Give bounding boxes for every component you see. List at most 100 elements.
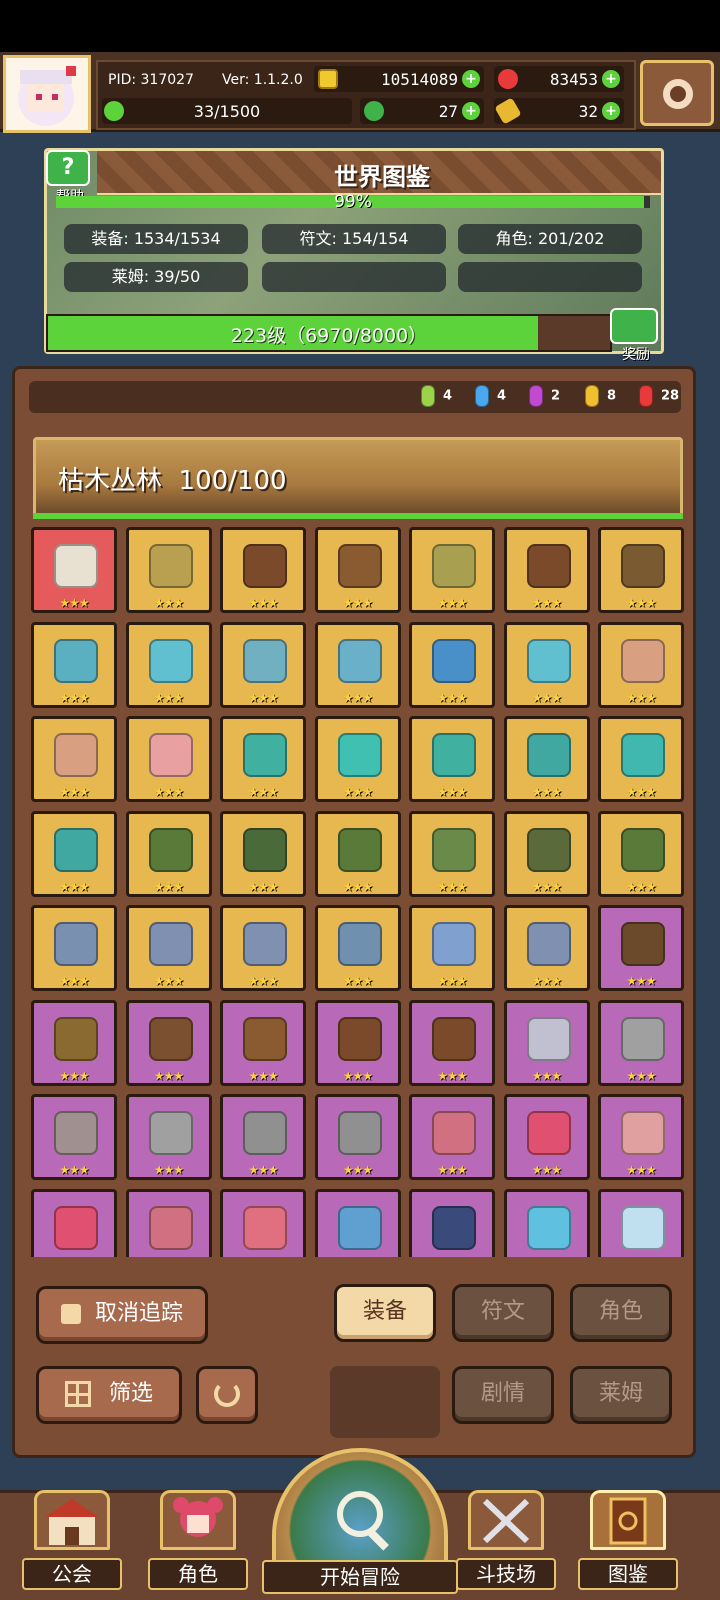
codex-item-slot[interactable]: ★★★ [220,905,306,991]
codex-item-slot[interactable]: ★★★ [503,1094,590,1180]
codex-item-slot[interactable]: ★★★ [598,905,684,991]
codex-item-slot[interactable]: ★★★ [125,621,212,708]
necklace-icon [148,733,193,777]
sword-icon [526,1016,571,1061]
codex-item-slot[interactable]: ★★★ [409,621,495,708]
codex-item-slot[interactable]: ★★★ [314,1188,401,1257]
codex-item-slot[interactable]: ★★★ [220,1094,306,1180]
codex-item-slot[interactable]: ★★★ [31,527,117,613]
codex-item-slot[interactable]: ★★★ [314,716,401,802]
codex-item-slot[interactable]: ★★★ [598,810,684,897]
purple-gem-icon [529,385,543,407]
codex-item-slot[interactable]: ★★★ [598,716,684,802]
tab-equipment[interactable]: 装备 [334,1284,436,1342]
codex-item-slot[interactable]: ★★★ [31,1094,117,1180]
codex-item-slot[interactable]: ★★★ [220,527,306,613]
amulet-icon [148,1016,193,1061]
codex-item-slot[interactable]: ★★★ [31,905,117,991]
codex-item-slot[interactable]: ★★★ [598,999,684,1086]
codex-item-slot[interactable]: ★★★ [503,621,590,708]
nav-start-adventure[interactable]: 开始冒险 [262,1448,458,1600]
stamina-value: 33/1500 [193,102,261,121]
codex-item-slot[interactable]: ★★★ [409,810,495,897]
filter-button[interactable]: 筛选 [36,1366,182,1424]
gem-count-green: 4 [421,385,452,407]
codex-item-slot[interactable]: ★★★ [31,1188,117,1257]
codex-item-slot[interactable]: ★★★ [409,905,495,991]
nav-codex[interactable]: 图鉴 [578,1480,678,1596]
codex-item-slot[interactable]: ★★★ [125,716,212,802]
untrack-button[interactable]: 取消追踪 [36,1286,208,1344]
player-info-panel: PID: 317027 Ver: 1.1.2.0 10514089 + 8345… [96,60,636,130]
codex-item-slot[interactable]: ★★★ [598,1188,684,1257]
codex-item-slot[interactable]: ★★★ [31,999,117,1086]
codex-item-slot[interactable]: ★★★ [314,999,401,1086]
nav-arena[interactable]: 斗技场 [456,1480,556,1596]
star-rating: ★★★ [153,690,184,705]
add-gold-button[interactable]: + [462,70,480,88]
codex-item-slot[interactable]: ★★★ [314,527,401,613]
dagger-icon [243,733,287,777]
codex-item-slot[interactable]: ★★★ [409,999,495,1086]
codex-item-slot[interactable]: ★★★ [125,999,212,1086]
codex-item-slot[interactable]: ★★★ [409,527,495,613]
codex-item-slot[interactable]: ★★★ [220,716,306,802]
tab-characters[interactable]: 角色 [570,1284,672,1342]
add-clover-button[interactable]: + [462,102,480,120]
codex-item-slot[interactable]: ★★★ [220,621,306,708]
codex-item-slot[interactable]: ★★★ [125,905,212,991]
codex-item-slot[interactable]: ★★★ [503,810,590,897]
add-ruby-button[interactable]: + [602,70,620,88]
reward-button[interactable]: 奖励 [610,308,662,363]
stat-characters: 角色: 201/202 [458,224,642,254]
codex-level-bar: 223级（6970/8000） [46,314,612,352]
refresh-button[interactable] [196,1366,258,1424]
codex-item-slot[interactable]: ★★★ [31,810,117,897]
codex-item-slot[interactable]: ★★★ [314,810,401,897]
codex-item-slot[interactable]: ★★★ [125,810,212,897]
star-rating: ★★★ [342,879,373,894]
codex-item-slot[interactable]: ★★★ [314,905,401,991]
codex-item-slot[interactable]: ★★★ [503,999,590,1086]
star-rating: ★★★ [531,1068,562,1083]
codex-item-slot[interactable]: ★★★ [125,527,212,613]
codex-item-slot[interactable]: ★★★ [503,716,590,802]
boot-icon [432,1205,476,1250]
ring-icon [243,1205,287,1250]
tab-slimes[interactable]: 莱姆 [570,1366,672,1424]
nav-character[interactable]: 角色 [148,1480,248,1596]
codex-item-slot[interactable]: ★★★ [598,621,684,708]
codex-item-slot[interactable]: ★★★ [503,905,590,991]
settings-button[interactable] [640,60,714,126]
codex-item-slot[interactable]: ★★★ [598,527,684,613]
gem-count-blue: 4 [475,385,506,407]
stat-empty-2 [458,262,642,292]
codex-item-slot[interactable]: ★★★ [314,1094,401,1180]
tab-runes[interactable]: 符文 [452,1284,554,1342]
codex-item-slot[interactable]: ★★★ [125,1094,212,1180]
codex-item-slot[interactable]: ★★★ [503,1188,590,1257]
item-grid[interactable]: ★★★ ★★★ ★★★ ★★★ ★★★ ★★★ ★★★ ★★★ ★★★ ★★★ ★★★ ★★★ ★★★ ★… [31,527,687,1257]
codex-item-slot[interactable]: ★★★ [314,621,401,708]
codex-item-slot[interactable]: ★★★ [31,716,117,802]
necklace-icon [148,1205,193,1250]
player-avatar[interactable] [3,55,91,133]
gem-summary-bar: 4 4 2 8 28 [29,381,681,413]
codex-item-slot[interactable]: ★★★ [220,999,306,1086]
codex-item-slot[interactable]: ★★★ [409,1188,495,1257]
codex-item-slot[interactable]: ★★★ [503,527,590,613]
codex-item-slot[interactable]: ★★★ [409,1094,495,1180]
codex-item-slot[interactable]: ★★★ [31,621,117,708]
star-rating: ★★★ [248,974,278,988]
codex-item-slot[interactable]: ★★★ [220,1188,306,1257]
key-value: 32 [578,102,598,121]
codex-item-slot[interactable]: ★★★ [125,1188,212,1257]
add-key-button[interactable]: + [602,102,620,120]
codex-item-slot[interactable]: ★★★ [409,716,495,802]
tab-story[interactable]: 剧情 [452,1366,554,1424]
codex-item-slot[interactable]: ★★★ [220,810,306,897]
codex-title: 世界图鉴 [334,163,430,191]
codex-item-slot[interactable]: ★★★ [598,1094,684,1180]
nav-guild[interactable]: 公会 [22,1480,122,1596]
necklace-icon [526,827,571,872]
